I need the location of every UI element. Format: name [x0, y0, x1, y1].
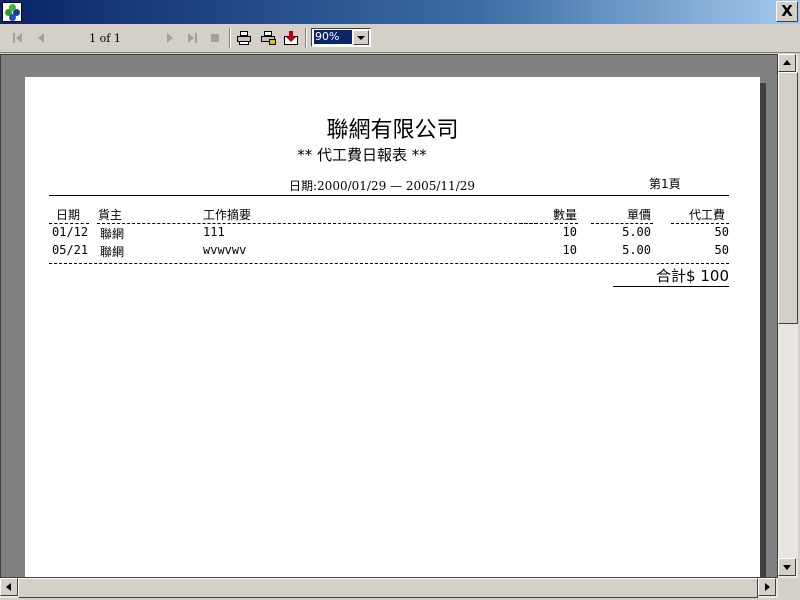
- col-header-desc: 工作摘要: [203, 208, 252, 222]
- report-title: ** 代工費日報表 **: [297, 146, 427, 164]
- cell-price: 5.00: [622, 243, 651, 257]
- report-page: 聯網有限公司 ** 代工費日報表 ** 日期:2000/01/29 — 2005…: [25, 77, 760, 577]
- header-rule: [49, 195, 729, 196]
- total-underline: [613, 286, 729, 287]
- cell-owner: 聯網: [100, 245, 125, 259]
- print-icon[interactable]: [236, 30, 252, 46]
- title-bar: X: [0, 0, 800, 24]
- app-icon: [2, 2, 22, 22]
- toolbar-separator: [229, 28, 231, 48]
- zoom-value: 90%: [314, 30, 352, 44]
- scroll-right-button[interactable]: [758, 578, 776, 596]
- cell-fee: 50: [714, 225, 729, 239]
- zoom-select[interactable]: 90%: [311, 28, 371, 47]
- grand-total: 合計$ 100: [656, 267, 729, 285]
- chevron-down-icon[interactable]: [353, 30, 369, 45]
- col-header-owner: 貨主: [98, 208, 123, 222]
- page-indicator: 1 of 1: [89, 32, 121, 45]
- export-icon[interactable]: [283, 30, 299, 46]
- scroll-down-button[interactable]: [778, 558, 796, 576]
- cell-desc: wvwvwv: [203, 243, 247, 257]
- cell-desc: 111: [203, 225, 225, 239]
- col-header-fee: 代工費: [688, 208, 725, 222]
- cell-price: 5.00: [622, 225, 651, 239]
- horizontal-scrollbar[interactable]: [0, 578, 778, 598]
- col-header-qty: 數量: [552, 208, 577, 222]
- date-range: 日期:2000/01/29 — 2005/11/29: [289, 179, 476, 193]
- company-name: 聯網有限公司: [326, 118, 459, 143]
- horizontal-scroll-thumb[interactable]: [18, 578, 758, 598]
- report-viewport[interactable]: 聯網有限公司 ** 代工費日報表 ** 日期:2000/01/29 — 2005…: [0, 54, 778, 578]
- prev-page-icon[interactable]: [33, 30, 49, 46]
- cell-date: 01/12: [52, 225, 89, 239]
- header-underline: [49, 223, 89, 224]
- last-page-icon[interactable]: [184, 30, 200, 46]
- scroll-left-button[interactable]: [0, 578, 18, 596]
- vertical-scroll-thumb[interactable]: [778, 72, 798, 324]
- cell-fee: 50: [714, 243, 729, 257]
- header-underline: [591, 223, 653, 224]
- scroll-corner: [778, 578, 800, 600]
- header-underline: [671, 223, 729, 224]
- close-button[interactable]: X: [776, 1, 798, 22]
- viewer-toolbar: 1 of 1 90%: [0, 24, 800, 53]
- vertical-scrollbar[interactable]: [778, 54, 798, 578]
- cell-qty: 10: [562, 225, 577, 239]
- next-page-icon[interactable]: [162, 30, 178, 46]
- header-underline: [97, 223, 537, 224]
- stop-icon[interactable]: [207, 30, 223, 46]
- cell-qty: 10: [562, 243, 577, 257]
- cell-owner: 聯網: [100, 227, 125, 241]
- col-header-date: 日期: [56, 208, 81, 222]
- col-header-price: 單價: [626, 208, 651, 222]
- toolbar-separator: [305, 28, 307, 48]
- print-setup-icon[interactable]: [260, 30, 276, 46]
- table-bottom-rule: [49, 263, 729, 264]
- first-page-icon[interactable]: [10, 30, 26, 46]
- cell-date: 05/21: [52, 243, 89, 257]
- scroll-up-button[interactable]: [778, 54, 796, 72]
- header-underline: [520, 223, 578, 224]
- page-number: 第1頁: [649, 177, 681, 191]
